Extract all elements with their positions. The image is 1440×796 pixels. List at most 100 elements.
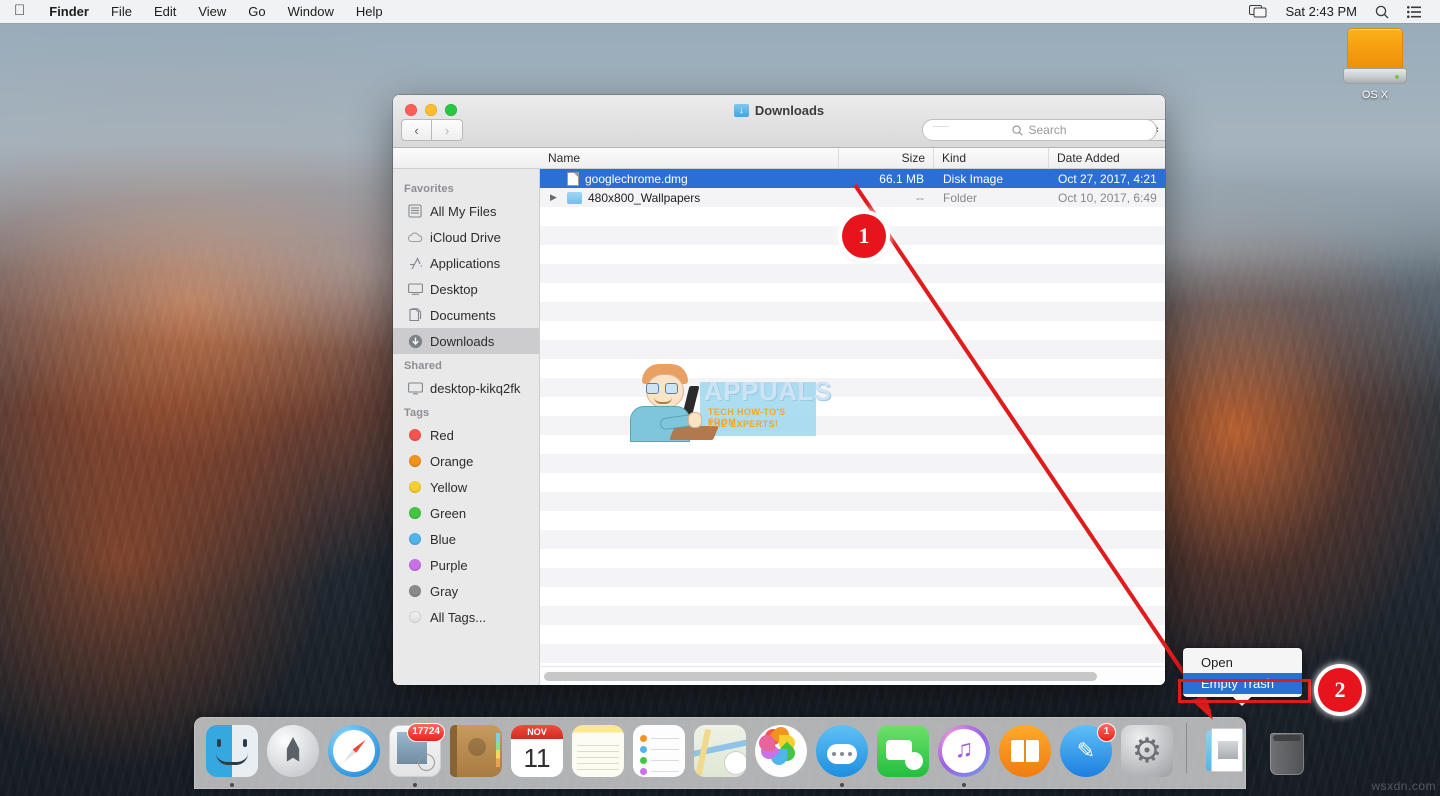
sidebar-label: Documents <box>430 308 496 323</box>
menu-item-edit[interactable]: Edit <box>143 0 187 23</box>
app-store-badge-count: 1 <box>1097 723 1116 742</box>
sidebar-item-tag-purple[interactable]: Purple <box>393 552 539 578</box>
context-menu-item-open[interactable]: Open <box>1183 652 1302 673</box>
menu-item-finder[interactable]: Finder <box>38 0 100 23</box>
column-header-kind[interactable]: Kind <box>933 148 1048 169</box>
dock-item-calendar[interactable]: NOV 11 <box>509 725 565 781</box>
sidebar-item-icloud-drive[interactable]: iCloud Drive <box>393 224 539 250</box>
file-date-added: Oct 10, 2017, 6:49 <box>1048 191 1157 205</box>
dock-item-facetime[interactable] <box>875 725 931 781</box>
empty-row <box>540 264 1165 283</box>
annotation-highlight-rect <box>1178 679 1311 703</box>
dock-item-contacts[interactable] <box>448 725 504 781</box>
disclosure-triangle-icon[interactable]: ▶ <box>550 192 561 203</box>
empty-row <box>540 568 1165 587</box>
sidebar-item-tag-yellow[interactable]: Yellow <box>393 474 539 500</box>
dock-item-notes[interactable] <box>570 725 626 781</box>
search-field[interactable]: Search <box>922 119 1157 141</box>
downloads-folder-icon <box>734 104 749 117</box>
empty-row <box>540 454 1165 473</box>
table-row[interactable]: googlechrome.dmg 66.1 MB Disk Image Oct … <box>540 169 1165 188</box>
dock-item-mail[interactable]: 17724 <box>387 725 443 781</box>
menu-item-file[interactable]: File <box>100 0 143 23</box>
documents-icon <box>407 307 423 323</box>
finder-window[interactable]: Downloads ‹ › <box>393 95 1165 685</box>
sidebar-item-tag-green[interactable]: Green <box>393 500 539 526</box>
tag-dot-icon <box>407 531 423 547</box>
horizontal-scrollbar[interactable] <box>540 666 1165 685</box>
empty-row <box>540 302 1165 321</box>
sidebar-item-tag-red[interactable]: Red <box>393 422 539 448</box>
sidebar-label: Desktop <box>430 282 478 297</box>
sidebar-item-documents[interactable]: Documents <box>393 302 539 328</box>
notes-icon <box>572 725 624 777</box>
dock[interactable]: 17724 NOV 11 <box>194 717 1246 789</box>
file-date-added: Oct 27, 2017, 4:21 <box>1048 172 1157 186</box>
column-header-date-added[interactable]: Date Added <box>1048 148 1128 169</box>
sidebar-item-all-my-files[interactable]: All My Files <box>393 198 539 224</box>
menu-item-go[interactable]: Go <box>237 0 276 23</box>
sidebar-item-applications[interactable]: Applications <box>393 250 539 276</box>
dock-item-launchpad[interactable] <box>265 725 321 781</box>
dock-item-messages[interactable] <box>814 725 870 781</box>
search-icon <box>1012 125 1023 136</box>
forward-button[interactable]: › <box>432 119 463 141</box>
sidebar-item-downloads[interactable]: Downloads <box>393 328 539 354</box>
dock-item-safari[interactable] <box>326 725 382 781</box>
itunes-icon: ♫ <box>938 725 990 777</box>
running-indicator <box>840 783 844 787</box>
window-titlebar[interactable]: Downloads ‹ › <box>393 95 1165 148</box>
scrollbar-thumb[interactable] <box>544 672 1097 681</box>
notification-center-icon[interactable] <box>1398 6 1430 18</box>
facetime-icon <box>877 725 929 777</box>
dock-item-system-preferences[interactable]: ⚙ <box>1119 725 1175 781</box>
tag-dot-icon <box>407 427 423 443</box>
finder-sidebar[interactable]: Favorites All My Files iCloud Drive Appl… <box>393 169 540 685</box>
empty-row <box>540 473 1165 492</box>
airplay-display-icon[interactable] <box>1240 5 1276 18</box>
empty-row <box>540 321 1165 340</box>
window-title-text: Downloads <box>755 103 824 118</box>
file-size: 66.1 MB <box>840 172 933 186</box>
dock-item-maps[interactable] <box>692 725 748 781</box>
dock-item-photos[interactable] <box>753 725 809 781</box>
menu-item-view[interactable]: View <box>187 0 237 23</box>
dock-item-reminders[interactable] <box>631 725 687 781</box>
dock-item-downloads-stack[interactable] <box>1198 725 1254 781</box>
tag-dot-icon <box>407 505 423 521</box>
dock-item-finder[interactable] <box>204 725 260 781</box>
column-header-size[interactable]: Size <box>838 148 933 169</box>
messages-icon <box>816 725 868 777</box>
dock-item-itunes[interactable]: ♫ <box>936 725 992 781</box>
empty-row <box>540 283 1165 302</box>
empty-row <box>540 378 1165 397</box>
dock-item-ibooks[interactable] <box>997 725 1053 781</box>
sidebar-item-tag-blue[interactable]: Blue <box>393 526 539 552</box>
dock-item-app-store[interactable]: ✎ 1 <box>1058 725 1114 781</box>
menu-item-window[interactable]: Window <box>277 0 345 23</box>
chevron-down-icon: ▼ <box>1163 126 1165 135</box>
empty-row <box>540 397 1165 416</box>
empty-row <box>540 549 1165 568</box>
sidebar-item-desktop[interactable]: Desktop <box>393 276 539 302</box>
menu-bar-clock[interactable]: Sat 2:43 PM <box>1276 0 1366 23</box>
sidebar-item-desktop-kikq2fk[interactable]: desktop-kikq2fk <box>393 375 539 401</box>
downloads-stack-icon <box>1200 725 1252 777</box>
menu-item-help[interactable]: Help <box>345 0 394 23</box>
sidebar-label: Yellow <box>430 480 467 495</box>
calendar-month: NOV <box>511 725 563 739</box>
table-row[interactable]: ▶ 480x800_Wallpapers -- Folder Oct 10, 2… <box>540 188 1165 207</box>
sidebar-item-tag-gray[interactable]: Gray <box>393 578 539 604</box>
sidebar-item-all-tags[interactable]: All Tags... <box>393 604 539 630</box>
file-kind: Disk Image <box>933 172 1048 186</box>
sidebar-item-tag-orange[interactable]: Orange <box>393 448 539 474</box>
sidebar-section-shared: Shared <box>393 354 539 375</box>
spotlight-search-icon[interactable] <box>1366 5 1398 19</box>
icloud-icon <box>407 229 423 245</box>
desktop-drive-osx[interactable]: OS X <box>1340 28 1410 101</box>
column-header-name[interactable]: Name <box>540 148 838 169</box>
apple-logo-icon[interactable]:  <box>0 3 38 18</box>
back-button[interactable]: ‹ <box>401 119 432 141</box>
dock-item-trash[interactable] <box>1259 725 1315 781</box>
empty-row <box>540 359 1165 378</box>
